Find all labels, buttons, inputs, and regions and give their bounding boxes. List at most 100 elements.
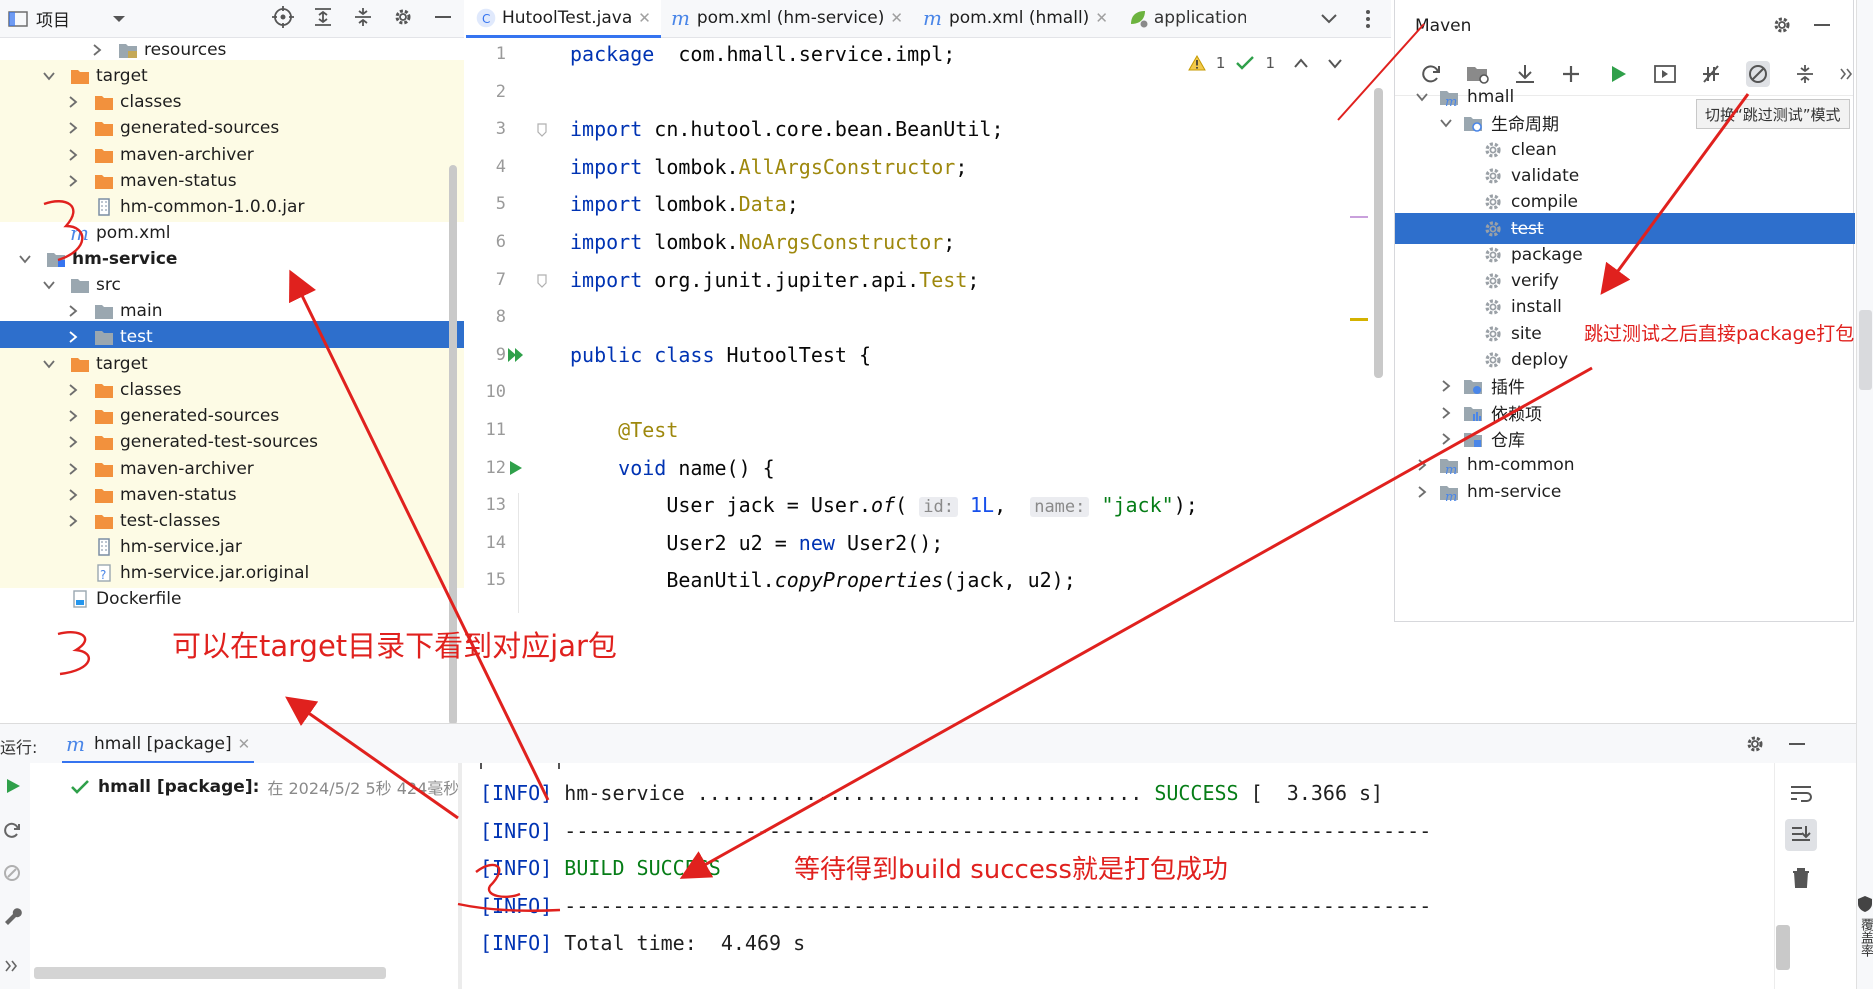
code-token: ( xyxy=(895,493,920,517)
project-scrollbar[interactable] xyxy=(449,165,457,725)
minimize-icon[interactable] xyxy=(432,6,454,28)
chevron-right-icon[interactable] xyxy=(66,435,80,449)
editor-scrollbar[interactable] xyxy=(1374,88,1383,378)
chevron-right-icon[interactable] xyxy=(1439,432,1453,446)
run-class-icon[interactable] xyxy=(506,347,526,363)
repository-folder-icon xyxy=(1463,429,1483,449)
scroll-to-end-icon[interactable] xyxy=(1785,819,1817,851)
chevron-up-icon[interactable] xyxy=(1293,57,1309,69)
maven-item-15[interactable]: m hm-service xyxy=(1395,476,1855,507)
chevron-right-icon[interactable] xyxy=(1415,485,1429,499)
coverage-strip-label[interactable]: 覆盖率 xyxy=(1857,918,1873,957)
code-editor[interactable]: 1 2 3 4 5 6 7 8 9 10 11 12 13 14 15 package com.hmall.… xyxy=(466,38,1391,723)
chevron-right-icon[interactable] xyxy=(66,462,80,476)
shield-icon[interactable] xyxy=(1857,895,1873,913)
maven-strip-button[interactable] xyxy=(1859,310,1872,390)
tab-application[interactable]: application-d xyxy=(1118,0,1256,37)
chevron-right-icon[interactable] xyxy=(66,95,80,109)
chevron-right-icon[interactable] xyxy=(66,304,80,318)
chevron-right-icon[interactable] xyxy=(66,383,80,397)
code-line: public class HutoolTest { xyxy=(570,343,871,367)
docker-file-icon xyxy=(70,589,90,608)
maven-item-label: 生命周期 xyxy=(1491,115,1559,135)
tab-pom-hmall[interactable]: m pom.xml (hmall) ✕ xyxy=(913,0,1118,37)
chevron-right-icon[interactable] xyxy=(66,121,80,135)
chevron-right-icon[interactable] xyxy=(66,330,80,344)
fold-icon[interactable] xyxy=(536,274,548,288)
close-icon[interactable]: ✕ xyxy=(238,735,251,753)
chevron-down-icon[interactable] xyxy=(18,252,32,266)
close-icon[interactable]: ✕ xyxy=(638,9,651,27)
run-tree-item[interactable]: hmall [package]: 在 2024/5/2 5秒 424毫秒 xyxy=(70,775,458,799)
fold-icon[interactable] xyxy=(536,123,548,137)
code-line: User jack = User.of( id: 1L, name: "jack… xyxy=(570,493,1198,517)
chevron-down-icon[interactable] xyxy=(42,278,56,292)
rerun-failed-icon[interactable] xyxy=(2,821,22,841)
tree-item-label: hm-service.jar.original xyxy=(120,562,310,583)
maven-item-label: hm-service xyxy=(1467,481,1562,502)
trash-icon[interactable] xyxy=(1791,867,1811,889)
code-line: import org.junit.jupiter.api.Test; xyxy=(570,268,979,292)
run-test-icon[interactable] xyxy=(508,460,524,476)
code-token: (jack, u2); xyxy=(943,568,1076,592)
console-token: hm-service .............................… xyxy=(552,781,1155,805)
project-view-icon[interactable] xyxy=(8,10,28,28)
console-scrollbar[interactable] xyxy=(1776,925,1790,970)
rerun-icon[interactable] xyxy=(4,777,22,795)
chevron-right-icon[interactable] xyxy=(66,514,80,528)
locate-icon[interactable] xyxy=(272,6,294,28)
tree-item-dockerfile[interactable]: Dockerfile xyxy=(0,583,464,614)
console-token: Total time: 4.469 s xyxy=(552,931,806,956)
chevron-down-icon[interactable] xyxy=(112,14,126,24)
tab-label: pom.xml (hm-service) xyxy=(696,8,885,28)
tab-hutooltest[interactable]: C HutoolTest.java ✕ xyxy=(466,0,661,38)
inspection-widget[interactable]: 1 1 xyxy=(1188,54,1343,72)
tree-item-label: test xyxy=(120,326,153,347)
tree-item-label: generated-test-sources xyxy=(120,431,319,452)
chevron-down-icon[interactable] xyxy=(1327,57,1343,69)
gear-icon xyxy=(1483,324,1503,344)
code-line: User2 u2 = new User2(); xyxy=(570,531,943,555)
chevron-right-icon[interactable] xyxy=(66,409,80,423)
tree-item-label: maven-archiver xyxy=(120,458,254,479)
run-tree-hscrollbar[interactable] xyxy=(34,967,386,979)
chevron-down-icon[interactable] xyxy=(1415,90,1429,104)
chevron-right-icon[interactable] xyxy=(90,43,104,57)
check-icon xyxy=(1235,55,1255,71)
soft-wrap-icon[interactable] xyxy=(1789,783,1813,805)
chevron-right-icon[interactable] xyxy=(1415,458,1429,472)
chevron-right-icon[interactable] xyxy=(66,174,80,188)
expand-chevrons-icon[interactable] xyxy=(4,959,18,973)
close-icon[interactable]: ✕ xyxy=(890,9,903,27)
chevron-right-icon[interactable] xyxy=(1439,406,1453,420)
project-panel-title: 项目 xyxy=(36,11,70,31)
chevron-down-icon[interactable] xyxy=(1439,116,1453,130)
chevron-down-icon[interactable] xyxy=(42,357,56,371)
gear-icon xyxy=(1483,350,1503,370)
settings-gear-icon[interactable] xyxy=(392,6,414,28)
stop-icon[interactable] xyxy=(2,863,22,883)
chevron-right-icon[interactable] xyxy=(66,488,80,502)
console-output[interactable]: [INFO] hm-service ......................… xyxy=(462,763,1774,989)
minimize-icon[interactable] xyxy=(1811,14,1833,36)
settings-gear-icon[interactable] xyxy=(1771,14,1793,36)
tree-item-label: hm-service xyxy=(72,248,178,269)
console-line: [INFO] ---------------------------------… xyxy=(480,894,1431,918)
run-tab[interactable]: m hmall [package] ✕ xyxy=(61,724,255,764)
chevron-right-icon[interactable] xyxy=(66,148,80,162)
collapse-all-icon[interactable] xyxy=(352,6,374,28)
tabs-dropdown-chevron-icon[interactable] xyxy=(1320,9,1338,27)
more-vertical-icon[interactable] xyxy=(1364,9,1372,29)
code-token: lombok. xyxy=(642,155,739,179)
tab-pom-hm-service[interactable]: m pom.xml (hm-service) ✕ xyxy=(661,0,913,37)
expand-all-icon[interactable] xyxy=(312,6,334,28)
chevron-right-icon[interactable] xyxy=(1439,379,1453,393)
minimize-icon[interactable] xyxy=(1786,733,1808,755)
code-token: User jack = User. xyxy=(570,493,872,517)
chevron-down-icon[interactable] xyxy=(42,69,56,83)
close-icon[interactable]: ✕ xyxy=(1095,9,1108,27)
wrench-icon[interactable] xyxy=(2,905,22,925)
settings-gear-icon[interactable] xyxy=(1744,733,1766,755)
gear-icon xyxy=(1483,192,1503,212)
